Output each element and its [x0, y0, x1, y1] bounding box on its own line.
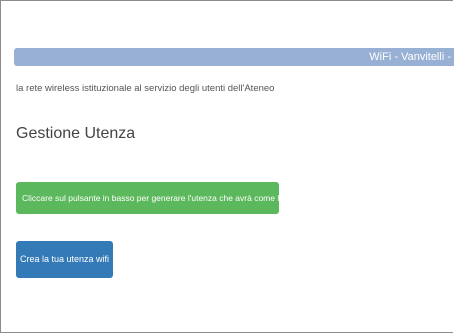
info-alert-text: Cliccare sul pulsante in basso per gener…	[22, 193, 279, 203]
create-wifi-user-button[interactable]: Crea la tua utenza wifi	[16, 241, 113, 278]
page-subtitle: la rete wireless istituzionale al serviz…	[16, 83, 275, 94]
info-alert: Cliccare sul pulsante in basso per gener…	[16, 182, 279, 214]
section-title: Gestione Utenza	[16, 125, 136, 142]
page-frame: WiFi - Vanvitelli - la rete wireless ist…	[0, 0, 454, 333]
header-bar: WiFi - Vanvitelli -	[14, 48, 454, 66]
header-title: WiFi - Vanvitelli -	[369, 51, 451, 63]
